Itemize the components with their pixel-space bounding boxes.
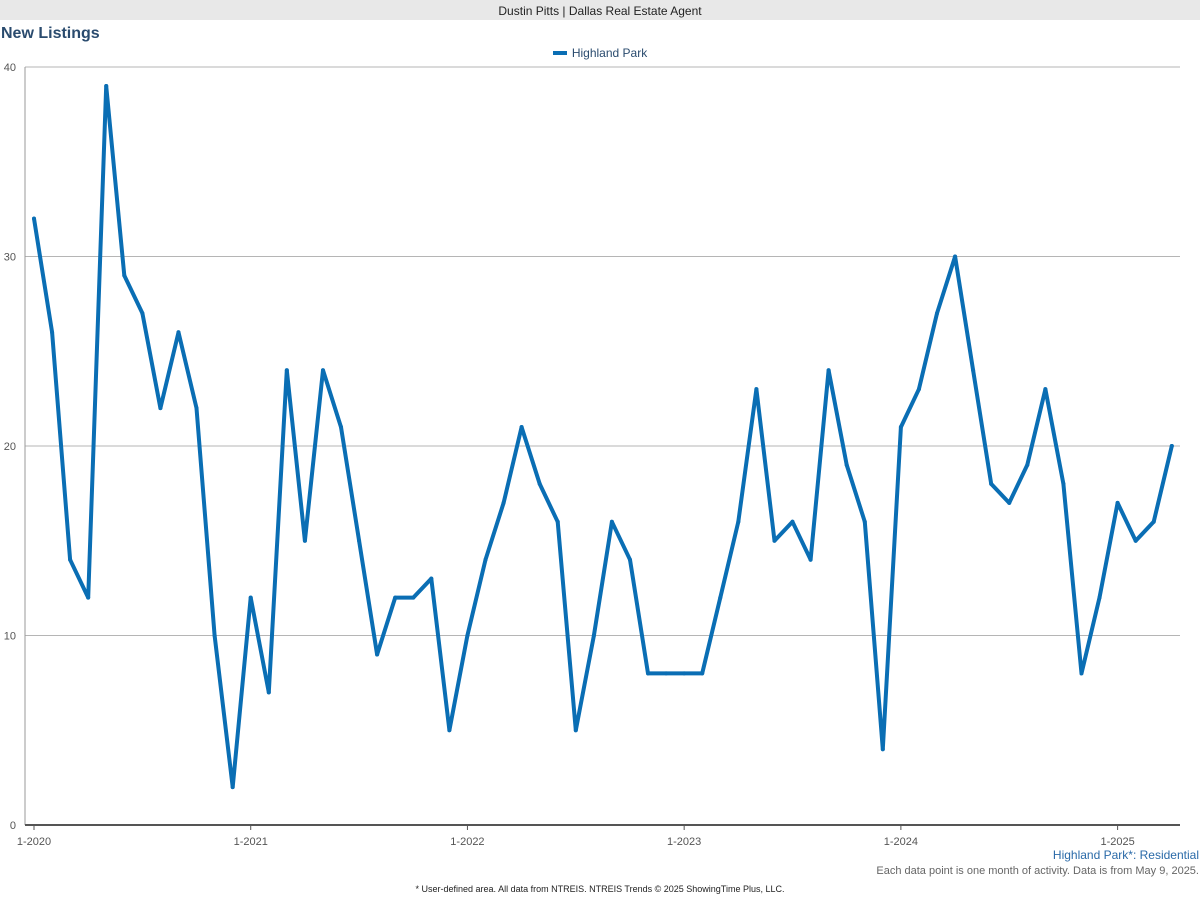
data-point: [898, 425, 903, 430]
data-point: [555, 519, 560, 524]
x-tick-label: 1-2024: [884, 836, 918, 848]
data-point: [1079, 671, 1084, 676]
x-tick-label: 1-2020: [17, 836, 51, 848]
data-point: [104, 83, 109, 88]
x-tick-label: 1-2021: [234, 836, 268, 848]
y-tick-label: 20: [4, 441, 16, 453]
data-point: [1115, 500, 1120, 505]
x-tick-label: 1-2025: [1100, 836, 1134, 848]
data-point: [754, 387, 759, 392]
data-point: [1151, 519, 1156, 524]
data-point: [302, 538, 307, 543]
data-point: [501, 500, 506, 505]
data-point: [194, 406, 199, 411]
data-point: [32, 216, 36, 221]
data-point: [935, 311, 939, 316]
line-chart: 0 10 20 30 40 1-2020 1-2021 1-2022 1-2023 1-2024 1…: [4, 62, 1180, 848]
data-point: [573, 728, 578, 733]
data-point: [953, 254, 958, 259]
data-point: [357, 538, 362, 543]
data-point: [339, 425, 344, 430]
data-note: Each data point is one month of activity…: [876, 865, 1199, 877]
data-point: [1061, 481, 1066, 486]
data-point: [429, 576, 434, 581]
data-point: [50, 330, 55, 335]
data-point: [627, 557, 632, 562]
data-point: [122, 273, 127, 278]
data-point: [483, 557, 488, 562]
y-tick-label: 10: [4, 631, 16, 643]
data-point: [1043, 387, 1048, 392]
data-point: [86, 595, 91, 600]
series-line-highland-park: [32, 84, 1174, 790]
data-point: [880, 747, 885, 752]
data-point: [971, 368, 976, 373]
data-point: [140, 311, 145, 316]
data-point: [790, 519, 795, 524]
data-point: [700, 671, 705, 676]
data-point: [320, 368, 325, 373]
disclaimer: * User-defined area. All data from NTREI…: [415, 884, 785, 894]
data-point: [844, 462, 849, 467]
data-point: [375, 652, 380, 657]
data-point: [916, 387, 921, 392]
data-point: [826, 368, 831, 373]
data-point: [718, 595, 723, 600]
data-point: [1025, 462, 1030, 467]
data-point: [537, 481, 542, 486]
y-tick-label: 30: [4, 252, 16, 264]
data-point: [519, 425, 524, 430]
data-point: [212, 633, 217, 638]
data-point: [862, 519, 867, 524]
y-tick-label: 0: [10, 820, 16, 832]
data-point: [646, 671, 651, 676]
data-point: [772, 538, 777, 543]
data-point: [1133, 538, 1138, 543]
data-point: [248, 595, 253, 600]
data-point: [736, 519, 741, 524]
series-label: Highland Park*: Residential: [1052, 848, 1199, 862]
y-tick-label: 40: [4, 62, 16, 74]
data-point: [411, 595, 416, 600]
data-point: [284, 368, 289, 373]
data-point: [68, 557, 73, 562]
data-point: [1007, 500, 1012, 505]
data-point: [465, 633, 470, 638]
data-point: [808, 557, 813, 562]
data-point: [158, 406, 163, 411]
data-point: [176, 330, 181, 335]
data-point: [1097, 595, 1102, 600]
data-point: [230, 785, 235, 790]
data-point: [447, 728, 452, 733]
data-point: [1169, 444, 1174, 448]
data-point: [989, 481, 994, 486]
data-point: [682, 671, 687, 676]
x-tick-label: 1-2023: [667, 836, 701, 848]
data-point: [591, 633, 596, 638]
x-tick-label: 1-2022: [450, 836, 484, 848]
data-point: [266, 690, 271, 695]
data-point: [664, 671, 669, 676]
data-point: [393, 595, 398, 600]
data-point: [609, 519, 614, 524]
